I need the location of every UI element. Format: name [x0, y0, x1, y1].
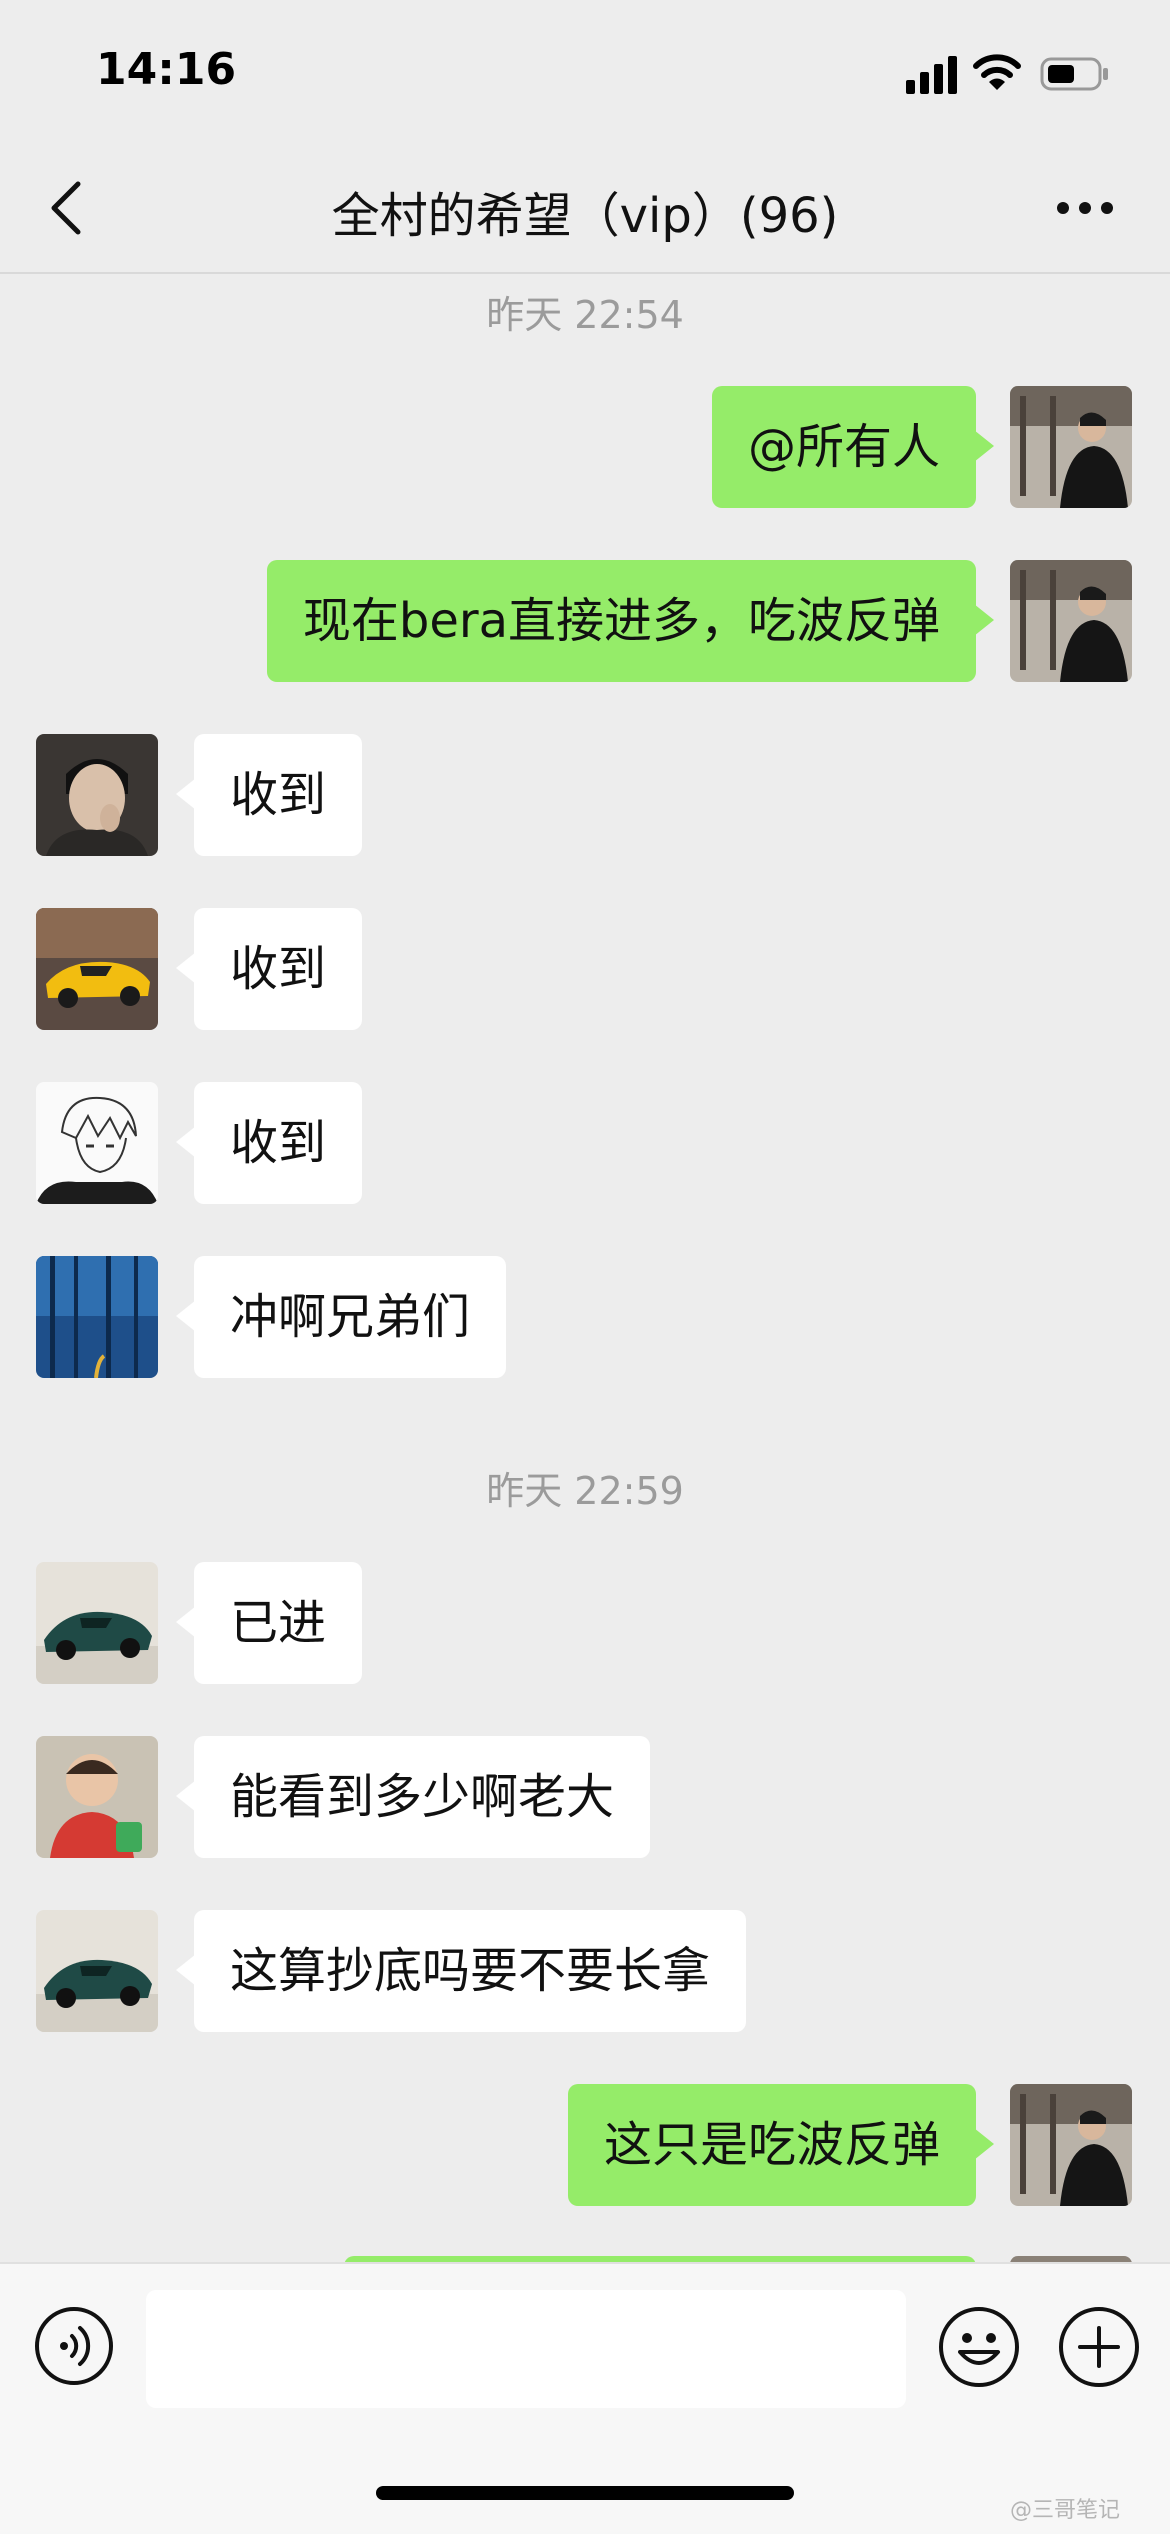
- man-in-black-sweater-avatar[interactable]: [1010, 386, 1132, 508]
- anime-sketch-avatar[interactable]: [36, 1082, 158, 1204]
- message-bubble-outgoing[interactable]: 现在bera直接进多，吃波反弹: [266, 560, 995, 682]
- emoji-icon[interactable]: [938, 2306, 1020, 2388]
- young-man-portrait-avatar[interactable]: [36, 734, 158, 856]
- plus-icon[interactable]: [1058, 2306, 1140, 2388]
- message-bubble-outgoing[interactable]: @所有人: [711, 386, 995, 508]
- message-input[interactable]: [146, 2290, 906, 2408]
- battery-icon: [1040, 57, 1108, 91]
- status-bar: 14:16: [0, 0, 1170, 140]
- baby-photo-avatar[interactable]: [36, 1736, 158, 1858]
- message-bubble-incoming[interactable]: 收到: [175, 908, 363, 1030]
- message-bubble-incoming[interactable]: 收到: [175, 1082, 363, 1204]
- chat-header: 全村的希望（vip）(96): [0, 140, 1170, 274]
- message-bubble-incoming[interactable]: 收到: [175, 734, 363, 856]
- man-in-black-sweater-avatar[interactable]: [1010, 560, 1132, 682]
- man-in-black-sweater-avatar[interactable]: [1010, 2084, 1132, 2206]
- timestamp: 昨天 22:54: [486, 293, 684, 337]
- cellular-signal-icon: [906, 56, 957, 94]
- wifi-icon: [973, 54, 1021, 90]
- home-indicator[interactable]: [376, 2486, 794, 2500]
- watermark: @三哥笔记: [1010, 2498, 1121, 2523]
- message-list[interactable]: 昨天 22:54 @所有人 现在bera直接进多，吃波反弹 收到 收到 收到 冲…: [0, 272, 1170, 2262]
- input-bar: @三哥笔记: [0, 2262, 1170, 2534]
- message-bubble-outgoing[interactable]: 这只是吃波反弹: [567, 2084, 995, 2206]
- yellow-sports-car-avatar[interactable]: [36, 908, 158, 1030]
- status-time: 14:16: [96, 44, 237, 95]
- voice-input-icon[interactable]: [34, 2306, 114, 2386]
- chat-title: 全村的希望（vip）(96): [331, 188, 839, 244]
- more-options-icon[interactable]: [1055, 198, 1115, 218]
- green-sports-car-avatar[interactable]: [36, 1910, 158, 2032]
- green-sports-car-avatar[interactable]: [36, 1562, 158, 1684]
- timestamp: 昨天 22:59: [486, 1469, 684, 1513]
- blue-forest-avatar[interactable]: [36, 1256, 158, 1378]
- message-bubble-incoming[interactable]: 冲啊兄弟们: [175, 1256, 507, 1378]
- message-bubble-incoming[interactable]: 能看到多少啊老大: [175, 1736, 651, 1858]
- message-bubble-incoming[interactable]: 这算抄底吗要不要长拿: [175, 1910, 747, 2032]
- message-bubble-incoming[interactable]: 已进: [175, 1562, 363, 1684]
